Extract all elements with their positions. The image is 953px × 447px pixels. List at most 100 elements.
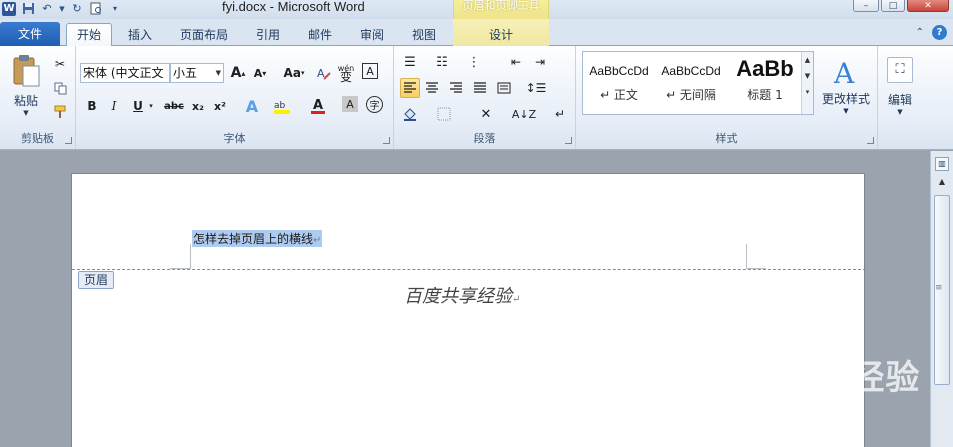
save-icon[interactable]: [21, 2, 35, 16]
vertical-scrollbar[interactable]: ▥ ▲ ≡: [930, 151, 953, 447]
format-painter-icon[interactable]: [50, 102, 70, 122]
close-button[interactable]: ✕: [907, 0, 949, 12]
font-name-select[interactable]: 宋体 (中文正文: [80, 63, 170, 83]
superscript-button[interactable]: x²: [210, 96, 230, 116]
change-styles-button[interactable]: A 更改样式 ▼: [816, 50, 876, 122]
word-app-icon[interactable]: W: [2, 1, 16, 16]
tab-review[interactable]: 审阅: [352, 24, 392, 46]
paste-icon: [13, 54, 40, 86]
shrink-font-button[interactable]: A ▾: [250, 63, 270, 83]
styles-launcher-icon[interactable]: [867, 137, 874, 144]
undo-icon[interactable]: ↶: [40, 2, 54, 16]
change-styles-label: 更改样式: [821, 92, 870, 106]
undo-dropdown-icon[interactable]: ▼: [59, 2, 65, 16]
tab-page-layout[interactable]: 页面布局: [172, 24, 236, 46]
context-tools-label: 页眉和页脚工具: [462, 0, 540, 12]
minimize-ribbon-icon[interactable]: ⌃: [916, 27, 924, 38]
underline-dropdown-icon[interactable]: ▾: [146, 96, 156, 116]
tab-view[interactable]: 视图: [404, 24, 444, 46]
tab-design[interactable]: 设计: [476, 24, 526, 46]
increase-indent-icon[interactable]: ⇥: [530, 52, 550, 72]
shading-icon[interactable]: [400, 104, 420, 124]
distributed-icon[interactable]: [494, 78, 514, 98]
style-heading-1-name: 标题 1: [747, 88, 783, 102]
decrease-indent-icon[interactable]: ⇤: [506, 52, 526, 72]
cut-icon[interactable]: ✂: [50, 54, 70, 74]
change-case-button[interactable]: Aa ▾: [280, 63, 308, 83]
header-tag: 页眉: [78, 271, 115, 289]
header-text-content: 怎样去掉页眉上的横线: [193, 232, 314, 246]
header-text-selected[interactable]: 怎样去掉页眉上的横线↵: [192, 230, 323, 247]
style-normal[interactable]: AaBbCcDd ↵ 正文: [583, 52, 655, 114]
tab-home[interactable]: 开始: [66, 23, 112, 46]
highlight-color-icon[interactable]: ab: [272, 96, 292, 116]
font-size-dropdown-icon: ▼: [215, 69, 221, 77]
ribbon-tab-row: 文件 开始 插入 页面布局 引用 邮件 审阅 视图 设计 ⌃ ?: [0, 19, 953, 46]
redo-icon[interactable]: ↻: [70, 2, 84, 16]
customize-toolbar-icon[interactable]: ▾: [108, 2, 122, 16]
paragraph-mark: ↵: [512, 294, 521, 305]
bold-button[interactable]: B: [82, 96, 102, 116]
clipboard-launcher-icon[interactable]: [65, 137, 72, 144]
styles-more-icon[interactable]: ▾: [802, 88, 813, 96]
tab-file[interactable]: 文件: [0, 22, 60, 46]
clear-formatting-icon[interactable]: A: [314, 63, 334, 83]
phonetic-guide-button[interactable]: wén 变: [336, 63, 356, 84]
baidu-watermark-url: jingyan.baidu.com: [732, 402, 853, 419]
help-icon[interactable]: ?: [932, 25, 947, 40]
styles-gallery[interactable]: AaBbCcDd ↵ 正文 AaBbCcDd ↵ 无间隔 AaBb 标题 1 ▲…: [582, 51, 814, 115]
character-shading-icon[interactable]: A: [342, 96, 358, 112]
paragraph-group-label: 段落: [473, 132, 496, 145]
title-bar: W ↶ ▼ ↻ ▾ fyi.docx - Microsoft Word 页眉和页…: [0, 0, 953, 19]
justify-button[interactable]: [470, 78, 490, 98]
paste-button[interactable]: 粘贴 ▼: [6, 50, 46, 120]
paragraph-launcher-icon[interactable]: [565, 137, 572, 144]
window-controls: – □ ✕: [853, 0, 949, 12]
style-heading-1[interactable]: AaBb 标题 1: [729, 52, 801, 114]
numbering-icon[interactable]: ☷: [432, 52, 452, 72]
italic-button[interactable]: I: [104, 96, 124, 116]
clipboard-group-label: 剪贴板: [21, 132, 54, 145]
styles-scroll-up-icon[interactable]: ▲: [802, 56, 813, 64]
styles-gallery-scroll[interactable]: ▲ ▼ ▾: [801, 52, 813, 114]
maximize-button[interactable]: □: [881, 0, 905, 12]
grow-font-button[interactable]: A ▴: [228, 63, 248, 83]
tab-mailings[interactable]: 邮件: [300, 24, 340, 46]
borders-icon[interactable]: [434, 104, 454, 124]
strikethrough-button[interactable]: abc: [162, 96, 186, 116]
style-heading-1-sample: AaBb: [736, 56, 794, 81]
font-color-icon[interactable]: A: [308, 96, 328, 116]
tab-insert[interactable]: 插入: [120, 24, 160, 46]
print-preview-icon[interactable]: [89, 2, 103, 16]
font-size-select[interactable]: 小五 ▼: [170, 63, 224, 83]
line-spacing-icon[interactable]: ↕☰: [526, 78, 547, 98]
show-formatting-marks-icon[interactable]: ↵: [550, 104, 570, 124]
sort-icon[interactable]: A↓Z: [512, 104, 536, 124]
binoculars-icon: ⛶: [887, 56, 913, 83]
align-right-button[interactable]: [446, 78, 466, 98]
font-size-value: 小五: [173, 66, 198, 80]
context-tools-header: 页眉和页脚工具: [453, 0, 549, 19]
subscript-button[interactable]: x₂: [188, 96, 208, 116]
underline-button[interactable]: U: [128, 96, 148, 116]
editing-button[interactable]: ⛶ 编辑 ▼: [882, 50, 918, 122]
text-effects-icon[interactable]: A: [242, 96, 262, 116]
scroll-up-icon[interactable]: ▲: [935, 177, 949, 191]
font-launcher-icon[interactable]: [383, 137, 390, 144]
align-center-button[interactable]: [422, 78, 442, 98]
minimize-button[interactable]: –: [853, 0, 879, 12]
clipboard-group: 粘贴 ▼ ✂ 剪贴板: [0, 46, 76, 149]
align-left-button[interactable]: [400, 78, 420, 98]
chinese-layout-icon[interactable]: ✕: [476, 104, 496, 124]
multilevel-list-icon[interactable]: ⋮: [464, 52, 484, 72]
ruler-toggle-icon[interactable]: ▥: [935, 157, 949, 171]
style-no-spacing[interactable]: AaBbCcDd ↵ 无间隔: [655, 52, 727, 114]
copy-icon[interactable]: [50, 78, 70, 98]
enclose-characters-icon[interactable]: 字: [366, 96, 383, 113]
styles-scroll-down-icon[interactable]: ▼: [802, 72, 813, 80]
body-text[interactable]: 百度共享经验↵: [404, 282, 520, 308]
character-border-icon[interactable]: A: [362, 63, 378, 79]
tab-references[interactable]: 引用: [248, 24, 288, 46]
bullets-icon[interactable]: ☰: [400, 52, 420, 72]
font-name-value: 宋体 (中文正文: [83, 66, 164, 80]
